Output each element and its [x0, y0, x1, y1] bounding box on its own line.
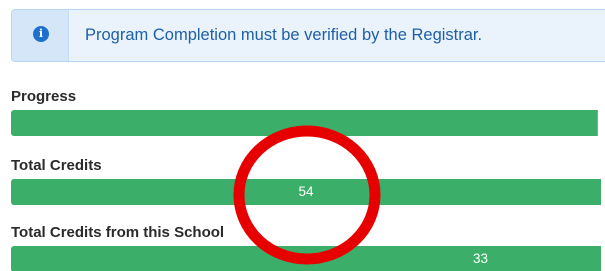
school-credits-value: 33	[473, 251, 489, 266]
alert-icon-area: i	[12, 10, 69, 61]
progress-label: Progress	[11, 88, 77, 105]
progress-bar	[11, 110, 601, 136]
school-credits-bar-fill: 33	[11, 246, 601, 271]
total-credits-label: Total Credits	[11, 157, 102, 174]
school-credits-label: Total Credits from this School	[11, 224, 225, 241]
total-credits-bar-fill: 54	[11, 179, 601, 205]
info-circle-icon: i	[33, 26, 49, 42]
school-credits-bar: 33	[11, 246, 601, 271]
progress-bar-fill	[11, 110, 601, 136]
total-credits-bar: 54	[11, 179, 601, 205]
progress-bar-edge	[597, 110, 601, 136]
registrar-info-alert: i Program Completion must be verified by…	[11, 9, 605, 62]
alert-message: Program Completion must be verified by t…	[85, 26, 483, 44]
program-progress-panel: i Program Completion must be verified by…	[0, 0, 605, 271]
